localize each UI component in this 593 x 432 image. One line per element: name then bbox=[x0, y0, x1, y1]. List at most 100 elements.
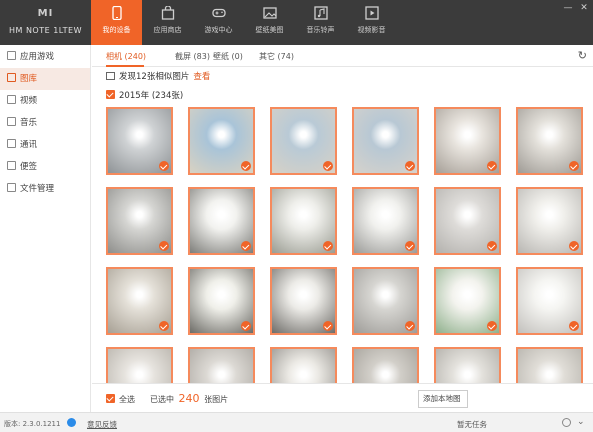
photo-thumbnail[interactable] bbox=[352, 267, 419, 335]
music-note-icon bbox=[7, 117, 16, 126]
refresh-icon[interactable]: ↻ bbox=[578, 49, 587, 62]
select-all-checkbox[interactable] bbox=[106, 394, 115, 403]
task-status[interactable]: 暂无任务 bbox=[457, 419, 487, 430]
photo-image bbox=[190, 349, 253, 383]
selected-check-icon[interactable] bbox=[569, 161, 579, 171]
selected-count: 240 bbox=[178, 392, 200, 405]
sidebar: 应用游戏图库视频音乐通讯便签 文件管理 bbox=[0, 45, 91, 412]
tab-wallpaper[interactable]: 壁纸 (0) bbox=[213, 51, 243, 62]
photo-thumbnail[interactable] bbox=[106, 347, 173, 383]
category-tabs: 相机 (240) 截屏 (83) 壁纸 (0) 其它 (74) ↻ bbox=[92, 45, 593, 67]
sidebar-item-6[interactable]: 文件管理 bbox=[0, 178, 90, 200]
nav-tab-label: 视频影音 bbox=[357, 26, 386, 34]
selected-check-icon[interactable] bbox=[487, 241, 497, 251]
play-icon bbox=[7, 95, 16, 104]
tab-screenshot[interactable]: 截屏 (83) bbox=[175, 51, 210, 62]
active-tab-indicator bbox=[106, 65, 144, 67]
photo-thumbnail[interactable] bbox=[106, 267, 173, 335]
sidebar-item-label: 通讯 bbox=[20, 140, 38, 150]
selected-check-icon[interactable] bbox=[405, 321, 415, 331]
photo-thumbnail[interactable] bbox=[434, 347, 501, 383]
selected-check-icon[interactable] bbox=[323, 161, 333, 171]
photo-thumbnail[interactable] bbox=[516, 107, 583, 175]
select-all[interactable]: 全选 bbox=[106, 394, 135, 405]
sidebar-item-label: 应用游戏 bbox=[20, 52, 55, 62]
photo-thumbnail[interactable] bbox=[516, 347, 583, 383]
nav-tab-label: 游戏中心 bbox=[204, 26, 233, 34]
photo-thumbnail[interactable] bbox=[516, 267, 583, 335]
photo-thumbnail[interactable] bbox=[188, 107, 255, 175]
selected-check-icon[interactable] bbox=[159, 241, 169, 251]
photo-thumbnail[interactable] bbox=[106, 107, 173, 175]
similar-photos-text: 发现12张相似图片 bbox=[119, 72, 190, 82]
gamepad-icon bbox=[211, 6, 226, 20]
add-local-images-button[interactable]: 添加本地图 bbox=[418, 390, 468, 408]
device-info[interactable]: MI HM NOTE 1LTEW bbox=[0, 0, 91, 45]
photo-image bbox=[108, 349, 171, 383]
gallery-icon bbox=[7, 73, 16, 82]
selected-check-icon[interactable] bbox=[569, 241, 579, 251]
photo-thumbnail[interactable] bbox=[434, 267, 501, 335]
close-icon[interactable]: ✕ bbox=[578, 2, 590, 14]
selected-check-icon[interactable] bbox=[569, 321, 579, 331]
sidebar-item-5[interactable]: 便签 bbox=[0, 156, 90, 178]
folder-icon bbox=[7, 183, 16, 192]
nav-tab-3[interactable]: 壁纸美图 bbox=[244, 0, 295, 45]
photo-thumbnail[interactable] bbox=[434, 187, 501, 255]
photo-thumbnail[interactable] bbox=[352, 107, 419, 175]
selected-check-icon[interactable] bbox=[487, 161, 497, 171]
nav-tab-label: 壁纸美图 bbox=[255, 26, 284, 34]
mi-logo: MI bbox=[37, 8, 54, 19]
photo-thumbnail[interactable] bbox=[188, 187, 255, 255]
nav-tab-2[interactable]: 游戏中心 bbox=[193, 0, 244, 45]
sidebar-item-0[interactable]: 应用游戏 bbox=[0, 46, 90, 68]
minimize-icon[interactable]: — bbox=[562, 2, 574, 14]
photo-thumbnail[interactable] bbox=[188, 267, 255, 335]
photo-thumbnail[interactable] bbox=[106, 187, 173, 255]
selected-check-icon[interactable] bbox=[405, 161, 415, 171]
photo-thumbnail[interactable] bbox=[434, 107, 501, 175]
sidebar-item-2[interactable]: 视频 bbox=[0, 90, 90, 112]
selected-check-icon[interactable] bbox=[241, 161, 251, 171]
sidebar-item-4[interactable]: 通讯 bbox=[0, 134, 90, 156]
selected-check-icon[interactable] bbox=[241, 241, 251, 251]
year-group-header[interactable]: 2015年 (234张) bbox=[106, 89, 183, 101]
tab-other[interactable]: 其它 (74) bbox=[259, 51, 294, 62]
selected-check-icon[interactable] bbox=[487, 321, 497, 331]
nav-tab-5[interactable]: 视频影音 bbox=[346, 0, 397, 45]
photo-thumbnail[interactable] bbox=[188, 347, 255, 383]
selected-check-icon[interactable] bbox=[159, 321, 169, 331]
sidebar-item-label: 视频 bbox=[20, 96, 38, 106]
group-checkbox[interactable] bbox=[106, 90, 115, 99]
apps-icon bbox=[7, 51, 16, 60]
photo-thumbnail[interactable] bbox=[516, 187, 583, 255]
selected-check-icon[interactable] bbox=[323, 321, 333, 331]
selected-prefix: 已选中 bbox=[150, 395, 174, 404]
selected-check-icon[interactable] bbox=[241, 321, 251, 331]
feedback-link[interactable]: 意见反馈 bbox=[87, 419, 117, 430]
view-similar-link[interactable]: 查看 bbox=[193, 72, 210, 82]
year-group-title: 2015年 (234张) bbox=[119, 91, 184, 101]
tab-camera[interactable]: 相机 (240) bbox=[106, 51, 146, 62]
selected-check-icon[interactable] bbox=[159, 161, 169, 171]
nav-tab-4[interactable]: 音乐铃声 bbox=[295, 0, 346, 45]
photo-thumbnail[interactable] bbox=[352, 187, 419, 255]
sidebar-item-1[interactable]: 图库 bbox=[0, 68, 90, 90]
nav-tab-0[interactable]: 我的设备 bbox=[91, 0, 142, 45]
video-icon bbox=[364, 6, 379, 20]
sidebar-item-label: 音乐 bbox=[20, 118, 38, 128]
more-icon[interactable]: ⌄ bbox=[577, 417, 585, 427]
photo-thumbnail[interactable] bbox=[270, 187, 337, 255]
selected-check-icon[interactable] bbox=[323, 241, 333, 251]
update-icon[interactable] bbox=[67, 418, 76, 427]
photo-thumbnail[interactable] bbox=[352, 347, 419, 383]
photo-thumbnail[interactable] bbox=[270, 347, 337, 383]
nav-tab-1[interactable]: 应用商店 bbox=[142, 0, 193, 45]
photo-thumbnail[interactable] bbox=[270, 107, 337, 175]
photo-thumbnail[interactable] bbox=[270, 267, 337, 335]
sidebar-item-3[interactable]: 音乐 bbox=[0, 112, 90, 134]
selected-check-icon[interactable] bbox=[405, 241, 415, 251]
download-icon[interactable] bbox=[562, 418, 571, 427]
photo-image bbox=[354, 349, 417, 383]
music-icon bbox=[313, 6, 328, 20]
